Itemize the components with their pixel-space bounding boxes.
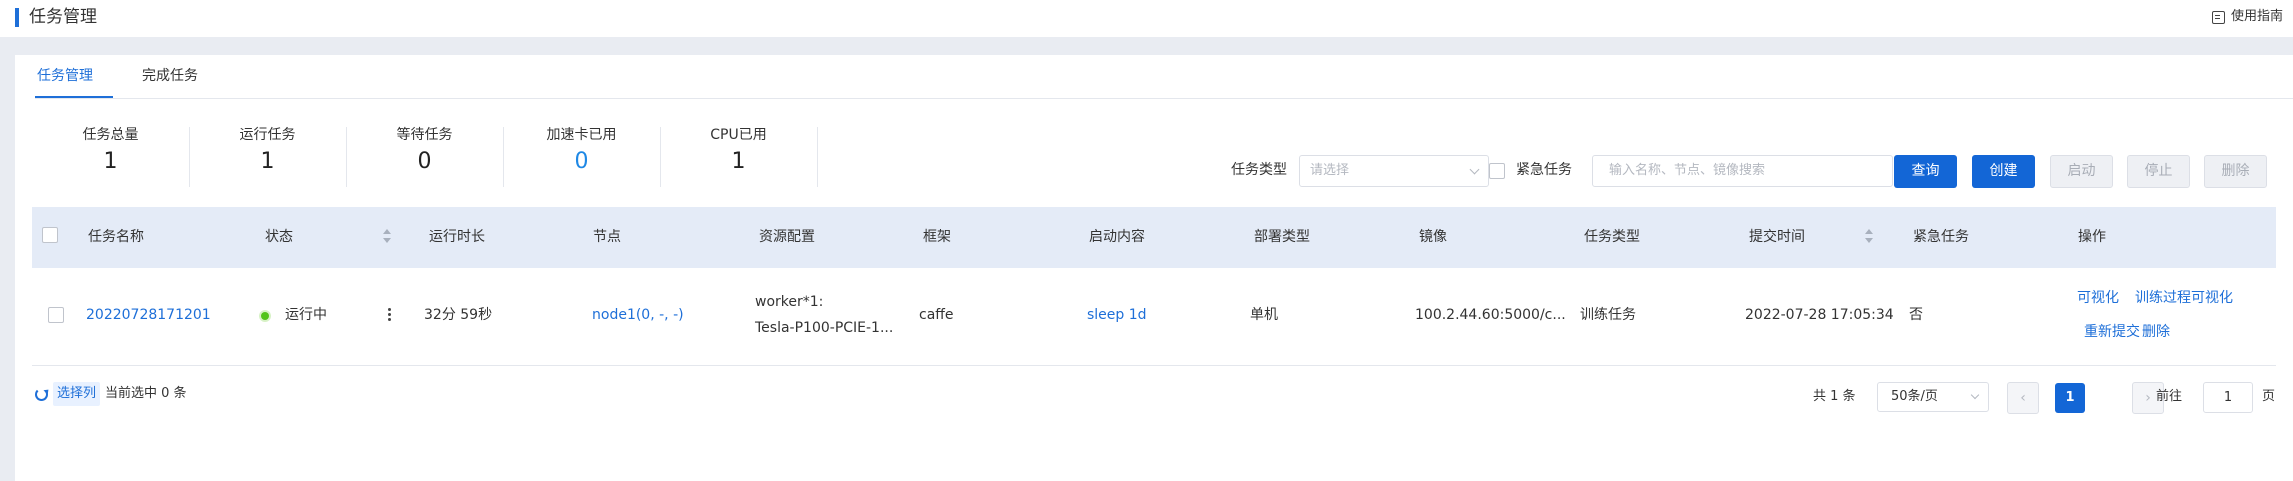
goto-label: 前往 xyxy=(2156,389,2183,404)
resubmit-action[interactable]: 重新提交 xyxy=(2084,322,2140,342)
task-status: 运行中 xyxy=(285,307,327,323)
refresh-icon[interactable] xyxy=(35,388,48,401)
more-options-icon[interactable] xyxy=(388,308,392,322)
page-title: 任务管理 xyxy=(29,7,97,27)
create-button[interactable]: 创建 xyxy=(1972,155,2035,188)
stat-value: 1 xyxy=(260,149,275,174)
stat-value: 0 xyxy=(417,149,432,174)
tab-completed-tasks[interactable]: 完成任务 xyxy=(142,65,198,87)
select-columns-button[interactable]: 选择列 xyxy=(53,382,101,406)
stat-value: 1 xyxy=(103,149,118,174)
delete-action[interactable]: 删除 xyxy=(2142,322,2170,342)
stat-label: 任务总量 xyxy=(82,127,139,143)
training-visualize-action[interactable]: 训练过程可视化 xyxy=(2135,288,2233,308)
visualize-action[interactable]: 可视化 xyxy=(2077,288,2119,308)
sort-icon[interactable] xyxy=(1865,229,1873,243)
stop-button[interactable]: 停止 xyxy=(2127,155,2190,188)
chevron-down-icon xyxy=(1970,390,1980,400)
urgent-task-checkbox[interactable] xyxy=(1489,163,1505,179)
column-header-status[interactable]: 状态 xyxy=(265,227,293,247)
task-type: 训练任务 xyxy=(1580,307,1636,323)
stat-divider xyxy=(817,127,818,187)
urgent-value: 否 xyxy=(1909,307,1923,323)
column-header-duration[interactable]: 运行时长 xyxy=(429,227,485,247)
node-link[interactable]: node1(0, -, -) xyxy=(592,305,684,325)
page-size-select[interactable]: 50条/页 xyxy=(1877,382,1989,412)
resource-config-line2: Tesla-P100-PCIE-1... xyxy=(755,320,894,336)
urgent-task-label: 紧急任务 xyxy=(1516,162,1572,178)
task-image: 100.2.44.60:5000/c... xyxy=(1415,307,1566,323)
prev-page-button[interactable]: ‹ xyxy=(2007,382,2039,414)
page-suffix: 页 xyxy=(2262,389,2276,404)
stat-accelerator-used: 加速卡已用 0 xyxy=(503,125,660,187)
page-header: 任务管理 使用指南 xyxy=(0,0,2293,37)
stat-label: CPU已用 xyxy=(710,127,767,143)
deploy-type: 单机 xyxy=(1250,307,1278,323)
stat-waiting-tasks: 等待任务 0 xyxy=(346,125,503,187)
row-checkbox[interactable] xyxy=(48,307,64,323)
stat-running-tasks: 运行任务 1 xyxy=(189,125,346,187)
task-type-select[interactable]: 请选择 xyxy=(1299,155,1489,187)
task-type-label: 任务类型 xyxy=(1231,162,1287,178)
current-page[interactable]: 1 xyxy=(2055,383,2085,413)
total-count: 共 1 条 xyxy=(1813,389,1856,404)
sort-icon[interactable] xyxy=(383,229,391,243)
row-divider xyxy=(32,365,2276,366)
column-header-image[interactable]: 镜像 xyxy=(1419,227,1447,247)
column-header-start-content[interactable]: 启动内容 xyxy=(1089,227,1145,247)
column-header-urgent[interactable]: 紧急任务 xyxy=(1913,227,1969,247)
page-size-value: 50条/页 xyxy=(1891,389,1938,404)
guide-book-icon xyxy=(2211,10,2225,24)
chevron-down-icon xyxy=(1469,164,1480,175)
delete-button[interactable]: 删除 xyxy=(2204,155,2267,188)
column-header-node[interactable]: 节点 xyxy=(593,227,621,247)
task-framework: caffe xyxy=(919,307,954,323)
stat-label: 等待任务 xyxy=(396,127,453,143)
column-header-deploy-type[interactable]: 部署类型 xyxy=(1254,227,1310,247)
query-button[interactable]: 查询 xyxy=(1894,155,1957,188)
tab-task-management[interactable]: 任务管理 xyxy=(37,65,93,87)
column-header-name[interactable]: 任务名称 xyxy=(88,227,144,247)
goto-page-input[interactable]: 1 xyxy=(2203,382,2253,413)
column-header-submit-time[interactable]: 提交时间 xyxy=(1749,227,1805,247)
task-name-link[interactable]: 20220728171201 xyxy=(86,305,211,325)
select-all-checkbox[interactable] xyxy=(42,227,58,243)
stat-total-tasks: 任务总量 1 xyxy=(32,125,189,187)
selected-count: 当前选中 0 条 xyxy=(105,386,187,401)
main-panel: 任务管理 完成任务 任务总量 1 运行任务 1 等待任务 0 加速卡已用 0 C… xyxy=(15,55,2293,481)
resource-config-line1: worker*1: xyxy=(755,294,824,310)
user-guide-link[interactable]: 使用指南 xyxy=(2211,8,2283,26)
user-guide-label: 使用指南 xyxy=(2230,9,2283,24)
search-input[interactable]: 输入名称、节点、镜像搜索 xyxy=(1592,155,1893,187)
stat-label: 加速卡已用 xyxy=(546,127,617,143)
stat-value[interactable]: 0 xyxy=(503,147,660,177)
tabs-divider xyxy=(35,98,2293,99)
stat-label: 运行任务 xyxy=(239,127,296,143)
column-header-task-type[interactable]: 任务类型 xyxy=(1584,227,1640,247)
column-header-actions: 操作 xyxy=(2078,229,2106,245)
column-header-framework[interactable]: 框架 xyxy=(923,227,951,247)
task-duration: 32分 59秒 xyxy=(424,307,493,323)
column-header-resources[interactable]: 资源配置 xyxy=(759,227,815,247)
stat-cpu-used: CPU已用 1 xyxy=(660,125,817,187)
running-status-dot xyxy=(261,312,269,320)
submit-time: 2022-07-28 17:05:34 xyxy=(1745,307,1894,323)
stat-value: 1 xyxy=(731,149,746,174)
task-type-placeholder: 请选择 xyxy=(1310,163,1350,178)
start-content-link[interactable]: sleep 1d xyxy=(1087,305,1147,325)
title-accent-bar xyxy=(15,8,19,27)
start-button[interactable]: 启动 xyxy=(2050,155,2113,188)
